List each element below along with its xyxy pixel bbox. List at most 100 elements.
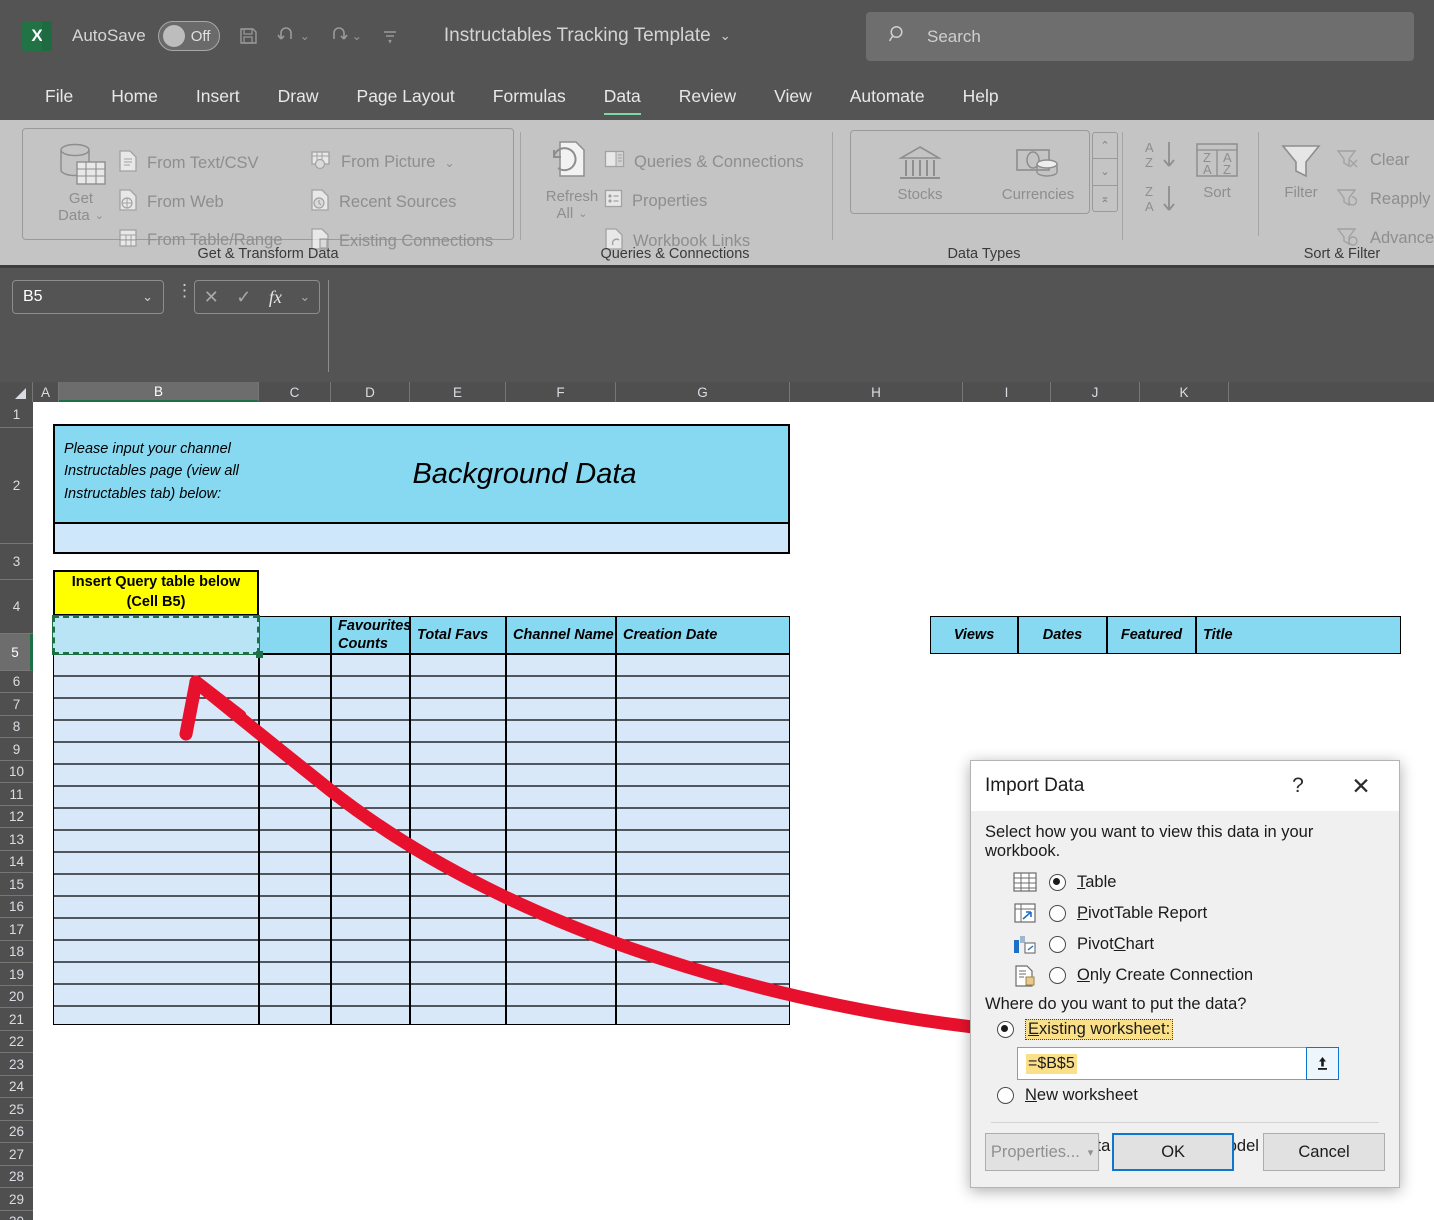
cancel-button[interactable]: Cancel (1263, 1133, 1385, 1171)
row-header-21[interactable]: 21 (0, 1008, 33, 1031)
gallery-expand-icon[interactable]: ⌅ (1093, 186, 1117, 211)
data-types-gallery-spinner[interactable]: ⌃ ⌄ ⌅ (1092, 132, 1118, 212)
search-box[interactable]: Search (866, 12, 1414, 61)
refresh-all-button[interactable]: Refresh All ⌄ (534, 138, 610, 223)
row-header-20[interactable]: 20 (0, 986, 33, 1008)
chevron-down-icon[interactable]: ⌄ (578, 208, 587, 221)
gallery-up-icon[interactable]: ⌃ (1093, 133, 1117, 160)
column-header-J[interactable]: J (1051, 382, 1140, 402)
row-header-8[interactable]: 8 (0, 716, 33, 738)
column-header-F[interactable]: F (506, 382, 616, 402)
redo-icon[interactable]: ⌄ (328, 26, 362, 46)
from-web-item[interactable]: From Web (118, 189, 224, 216)
row-header-4[interactable]: 4 (0, 580, 33, 634)
from-picture-item[interactable]: From Picture ⌄ (310, 150, 455, 175)
currencies-button[interactable]: Currencies (992, 142, 1084, 203)
chevron-down-icon[interactable]: ⌄ (95, 210, 104, 223)
row-header-28[interactable]: 28 (0, 1166, 33, 1188)
tab-file[interactable]: File (26, 72, 92, 120)
clear-filter-item[interactable]: Clear (1336, 148, 1409, 173)
save-icon[interactable] (238, 26, 258, 46)
column-header-H[interactable]: H (790, 382, 963, 402)
row-header-2[interactable]: 2 (0, 428, 33, 544)
option-row-existing-worksheet[interactable]: Existing worksheet: (985, 1014, 1385, 1044)
insert-function-icon[interactable]: fx (269, 287, 282, 308)
row-header-14[interactable]: 14 (0, 851, 33, 873)
row-header-26[interactable]: 26 (0, 1121, 33, 1143)
chevron-down-icon[interactable]: ⌄ (444, 156, 454, 170)
stocks-button[interactable]: Stocks (878, 142, 962, 203)
column-header-I[interactable]: I (963, 382, 1051, 402)
tab-home[interactable]: Home (92, 72, 177, 120)
confirm-icon[interactable]: ✓ (236, 287, 251, 308)
row-header-12[interactable]: 12 (0, 806, 33, 828)
column-header-E[interactable]: E (410, 382, 506, 402)
chevron-down-icon[interactable]: ⌄ (299, 289, 310, 305)
formula-input[interactable] (328, 280, 1422, 372)
option-row-pivotchart[interactable]: PivotChart (985, 929, 1385, 960)
row-header-13[interactable]: 13 (0, 828, 33, 851)
range-picker-icon[interactable] (1306, 1047, 1339, 1080)
queries-connections-item[interactable]: Queries & Connections (604, 150, 804, 174)
select-all-corner[interactable] (0, 382, 33, 402)
row-header-22[interactable]: 22 (0, 1031, 33, 1053)
from-text-csv-item[interactable]: From Text/CSV (118, 150, 259, 177)
row-header-6[interactable]: 6 (0, 671, 33, 693)
radio-table[interactable] (1049, 874, 1066, 891)
row-header-9[interactable]: 9 (0, 738, 33, 761)
option-row-new-worksheet[interactable]: New worksheet (985, 1080, 1385, 1110)
undo-caret-icon[interactable]: ⌄ (300, 29, 310, 43)
chevron-down-icon[interactable]: ⌄ (720, 28, 731, 44)
redo-caret-icon[interactable]: ⌄ (352, 29, 362, 43)
tab-automate[interactable]: Automate (831, 72, 944, 120)
radio-pivotchart[interactable] (1049, 936, 1066, 953)
chevron-down-icon[interactable]: ⌄ (142, 289, 153, 305)
customize-quick-access-icon[interactable] (380, 27, 400, 45)
gallery-down-icon[interactable]: ⌄ (1093, 159, 1117, 186)
radio-existing-worksheet[interactable] (997, 1020, 1014, 1038)
row-header-27[interactable]: 27 (0, 1143, 33, 1166)
row-header-19[interactable]: 19 (0, 963, 33, 986)
cancel-icon[interactable]: ✕ (204, 287, 219, 308)
column-header-D[interactable]: D (331, 382, 410, 402)
sort-za-button[interactable]: Z A (1140, 182, 1188, 216)
chevron-down-icon[interactable]: ▾ (1088, 1146, 1094, 1159)
tab-review[interactable]: Review (660, 72, 755, 120)
radio-pivottable[interactable] (1049, 905, 1066, 922)
reapply-filter-item[interactable]: Reapply (1336, 187, 1431, 212)
autosave-toggle[interactable]: Off (157, 21, 220, 51)
name-box[interactable]: B5 ⌄ (12, 280, 164, 314)
row-header-1[interactable]: 1 (0, 402, 33, 428)
name-box-overflow-icon[interactable]: ⋮ (176, 282, 193, 298)
tab-page-layout[interactable]: Page Layout (338, 72, 474, 120)
tab-data[interactable]: Data (585, 72, 660, 120)
option-row-only-connection[interactable]: Only Create Connection (985, 960, 1385, 991)
undo-icon[interactable]: ⌄ (276, 26, 310, 46)
sort-az-button[interactable]: A Z (1140, 138, 1188, 172)
tab-help[interactable]: Help (944, 72, 1018, 120)
option-row-table[interactable]: Table (985, 867, 1385, 898)
row-header-3[interactable]: 3 (0, 544, 33, 580)
row-header-30[interactable]: 30 (0, 1211, 33, 1220)
column-header-G[interactable]: G (616, 382, 790, 402)
option-row-pivottable[interactable]: PivotTable Report (985, 898, 1385, 929)
row-header-24[interactable]: 24 (0, 1076, 33, 1098)
recent-sources-item[interactable]: Recent Sources (310, 189, 456, 216)
sort-button[interactable]: Z A A Z Sort (1188, 140, 1246, 201)
filter-button[interactable]: Filter (1266, 140, 1336, 201)
column-header-K[interactable]: K (1140, 382, 1229, 402)
radio-new-worksheet[interactable] (997, 1086, 1014, 1104)
selection-fill-handle[interactable] (256, 651, 263, 658)
row-header-15[interactable]: 15 (0, 873, 33, 896)
row-header-17[interactable]: 17 (0, 918, 33, 941)
column-header-C[interactable]: C (259, 382, 331, 402)
tab-draw[interactable]: Draw (259, 72, 338, 120)
ok-button[interactable]: OK (1112, 1133, 1235, 1171)
close-icon[interactable]: ✕ (1333, 761, 1389, 811)
row-header-23[interactable]: 23 (0, 1053, 33, 1076)
row-header-18[interactable]: 18 (0, 941, 33, 963)
row-header-11[interactable]: 11 (0, 783, 33, 806)
row-header-5[interactable]: 5 (0, 634, 33, 671)
radio-only-connection[interactable] (1049, 967, 1066, 984)
tab-view[interactable]: View (755, 72, 831, 120)
